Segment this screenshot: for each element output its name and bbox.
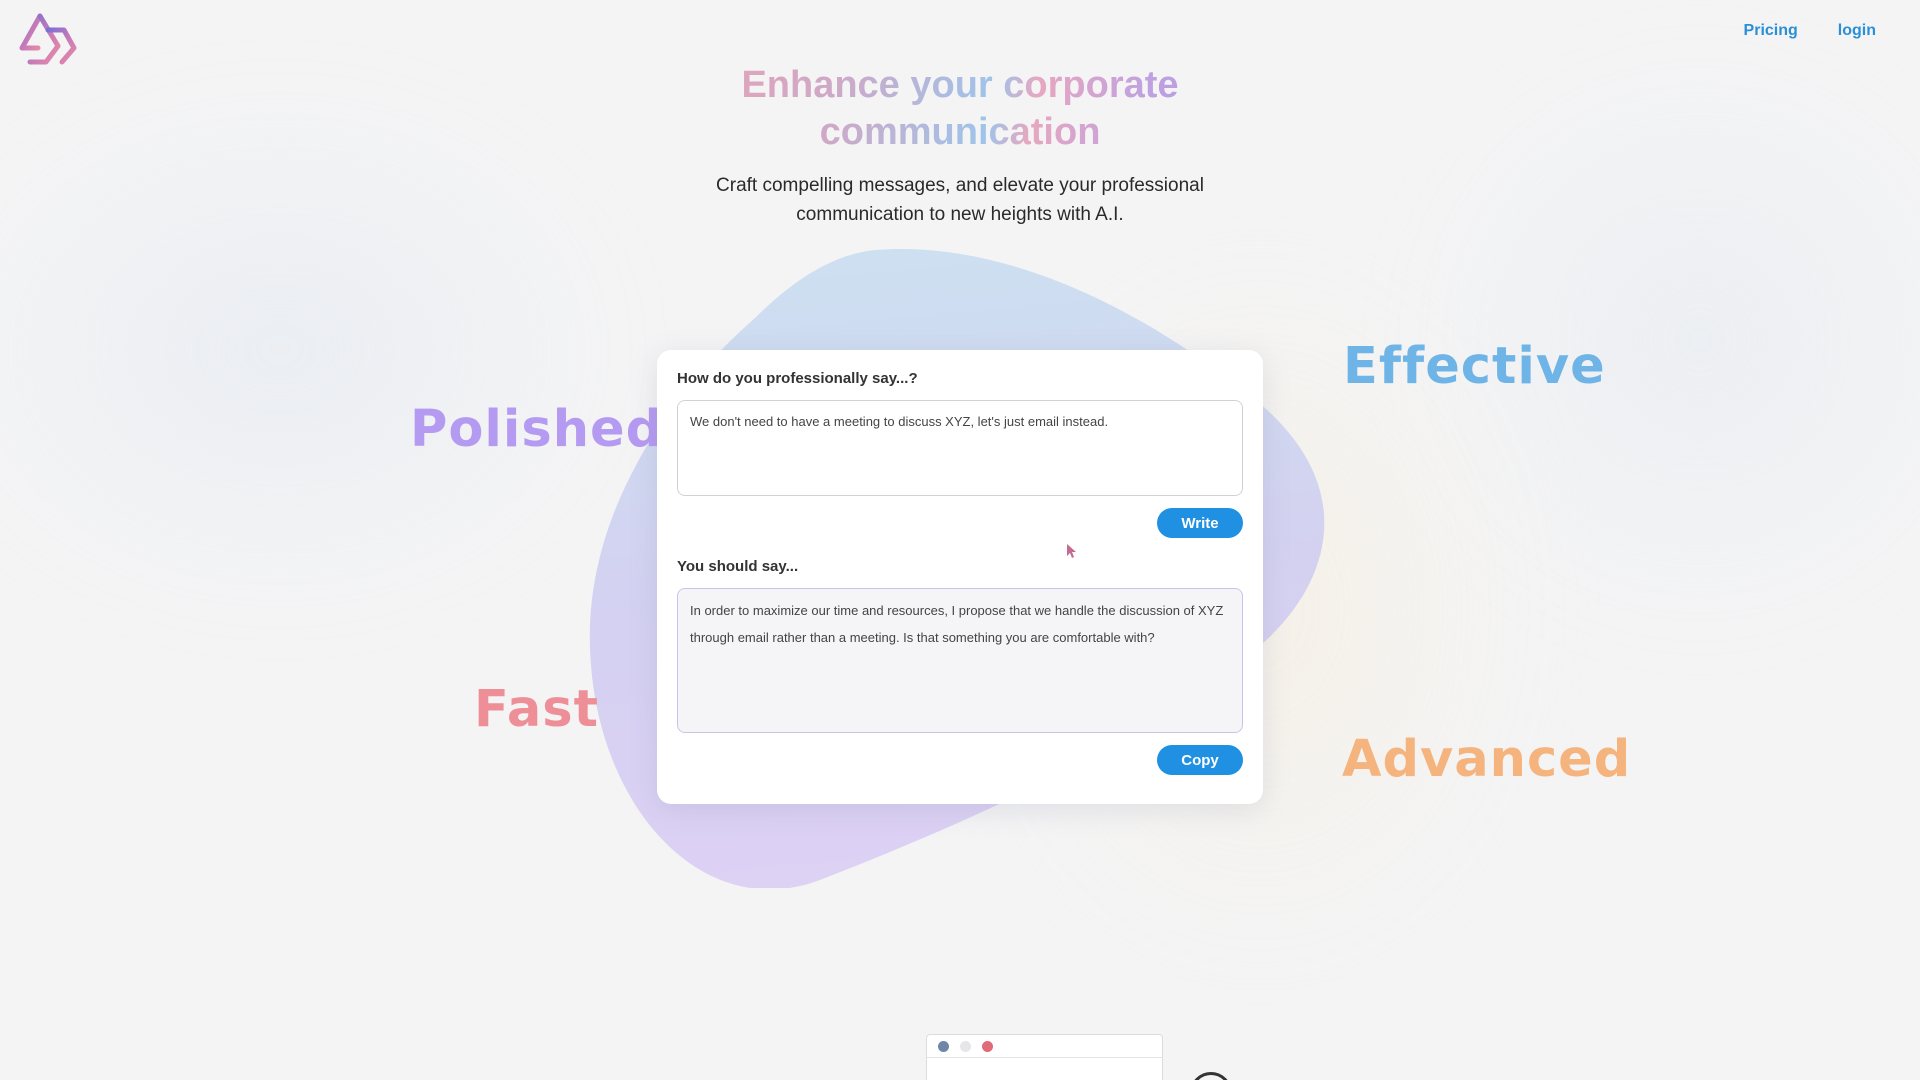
browser-mockup (926, 1034, 1163, 1080)
window-dot-icon (982, 1040, 993, 1052)
triangle-logo-icon[interactable] (18, 10, 78, 68)
suggestion-output[interactable]: In order to maximize our time and resour… (677, 588, 1243, 733)
copy-button[interactable]: Copy (1157, 745, 1243, 775)
feature-word-advanced: Advanced (1342, 730, 1632, 789)
phrase-input[interactable]: We don't need to have a meeting to discu… (677, 400, 1243, 496)
copy-row: Copy (677, 745, 1243, 775)
feature-word-polished: Polished (410, 400, 664, 459)
input-label: How do you professionally say...? (677, 370, 918, 387)
output-label: You should say... (677, 558, 799, 575)
feature-word-effective: Effective (1343, 337, 1606, 396)
pricing-link[interactable]: Pricing (1744, 22, 1798, 40)
feature-word-fast: Fast (474, 680, 600, 739)
landing-page: Pricing login Enhance your corporate com… (0, 0, 1920, 1080)
hero-subtitle: Craft compelling messages, and elevate y… (716, 175, 1204, 225)
avatar-circle-icon (1190, 1072, 1232, 1080)
hero-title: Enhance your corporate communication (660, 62, 1260, 156)
background-glow-left (0, 120, 600, 580)
top-nav: Pricing login (1744, 22, 1876, 40)
browser-mockup-titlebar (927, 1035, 1162, 1058)
window-dot-icon (960, 1040, 971, 1052)
mouse-pointer-icon (1067, 544, 1076, 558)
composer-card: How do you professionally say...? We don… (657, 350, 1263, 804)
window-dot-icon (938, 1040, 949, 1052)
login-link[interactable]: login (1838, 22, 1876, 40)
write-button[interactable]: Write (1157, 508, 1243, 538)
write-row: Write (677, 508, 1243, 538)
